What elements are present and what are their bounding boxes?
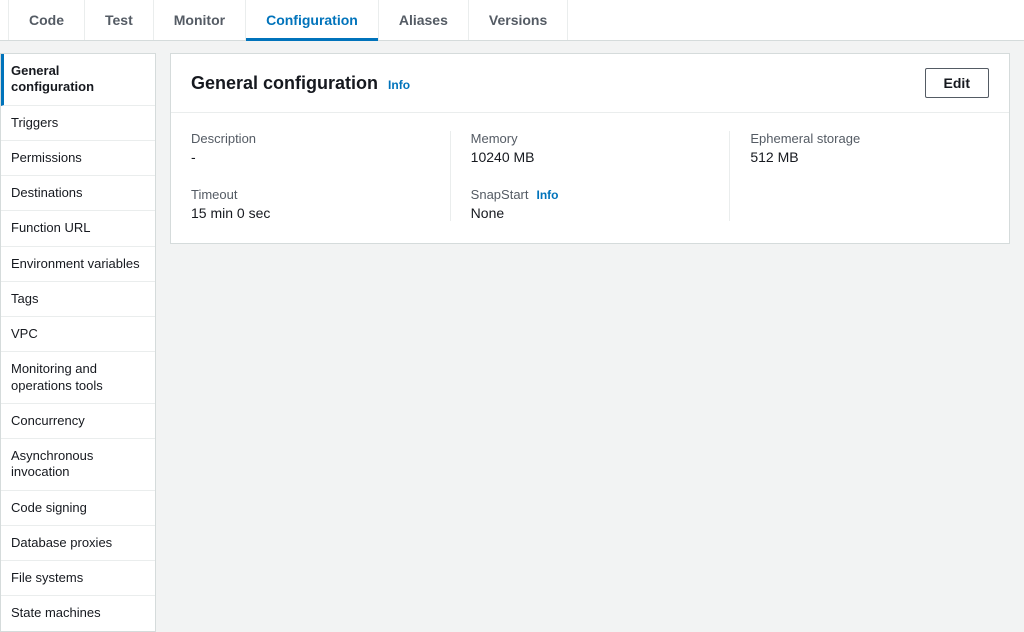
sidebar-item-label: State machines bbox=[11, 605, 101, 620]
tab-label: Test bbox=[105, 12, 133, 28]
sidebar-item-permissions[interactable]: Permissions bbox=[1, 141, 155, 176]
info-link[interactable]: Info bbox=[388, 78, 410, 92]
sidebar-item-label: Destinations bbox=[11, 185, 83, 200]
snapstart-info-link[interactable]: Info bbox=[537, 188, 559, 202]
panel-title: General configuration bbox=[191, 73, 378, 94]
config-sidebar: General configuration Triggers Permissio… bbox=[0, 53, 156, 632]
tab-monitor[interactable]: Monitor bbox=[154, 0, 246, 40]
tab-aliases[interactable]: Aliases bbox=[379, 0, 469, 40]
tab-test[interactable]: Test bbox=[85, 0, 154, 40]
field-description: Description - bbox=[191, 131, 430, 165]
sidebar-item-destinations[interactable]: Destinations bbox=[1, 176, 155, 211]
sidebar-item-file-systems[interactable]: File systems bbox=[1, 561, 155, 596]
sidebar-item-tags[interactable]: Tags bbox=[1, 282, 155, 317]
sidebar-item-triggers[interactable]: Triggers bbox=[1, 106, 155, 141]
sidebar-item-label: Database proxies bbox=[11, 535, 112, 550]
sidebar-item-label: VPC bbox=[11, 326, 38, 341]
sidebar-item-label: Monitoring and operations tools bbox=[11, 361, 103, 392]
sidebar-item-code-signing[interactable]: Code signing bbox=[1, 491, 155, 526]
field-snapstart: SnapStart Info None bbox=[471, 187, 710, 221]
sidebar-item-label: Concurrency bbox=[11, 413, 85, 428]
sidebar-item-label: Triggers bbox=[11, 115, 58, 130]
sidebar-item-general-configuration[interactable]: General configuration bbox=[1, 54, 155, 106]
field-value: 15 min 0 sec bbox=[191, 205, 430, 221]
sidebar-item-concurrency[interactable]: Concurrency bbox=[1, 404, 155, 439]
tab-code[interactable]: Code bbox=[8, 0, 85, 40]
field-label: SnapStart bbox=[471, 187, 529, 202]
field-value: None bbox=[471, 205, 710, 221]
tab-label: Configuration bbox=[266, 12, 358, 28]
sidebar-item-function-url[interactable]: Function URL bbox=[1, 211, 155, 246]
main-tabs: Code Test Monitor Configuration Aliases … bbox=[0, 0, 1024, 41]
field-ephemeral-storage: Ephemeral storage 512 MB bbox=[750, 131, 989, 165]
field-value: 512 MB bbox=[750, 149, 989, 165]
edit-button[interactable]: Edit bbox=[925, 68, 989, 98]
sidebar-item-label: Permissions bbox=[11, 150, 82, 165]
sidebar-item-label: File systems bbox=[11, 570, 83, 585]
tab-versions[interactable]: Versions bbox=[469, 0, 568, 40]
sidebar-item-monitoring-tools[interactable]: Monitoring and operations tools bbox=[1, 352, 155, 404]
field-label: Memory bbox=[471, 131, 710, 146]
sidebar-item-state-machines[interactable]: State machines bbox=[1, 596, 155, 630]
sidebar-item-label: Asynchronous invocation bbox=[11, 448, 93, 479]
sidebar-item-label: Tags bbox=[11, 291, 38, 306]
sidebar-item-vpc[interactable]: VPC bbox=[1, 317, 155, 352]
sidebar-item-label: General configuration bbox=[11, 63, 94, 94]
sidebar-item-environment-variables[interactable]: Environment variables bbox=[1, 247, 155, 282]
sidebar-item-database-proxies[interactable]: Database proxies bbox=[1, 526, 155, 561]
sidebar-item-asynchronous-invocation[interactable]: Asynchronous invocation bbox=[1, 439, 155, 491]
field-value: 10240 MB bbox=[471, 149, 710, 165]
field-memory: Memory 10240 MB bbox=[471, 131, 710, 165]
sidebar-item-label: Code signing bbox=[11, 500, 87, 515]
tab-configuration[interactable]: Configuration bbox=[246, 0, 379, 40]
field-label: Ephemeral storage bbox=[750, 131, 989, 146]
field-value: - bbox=[191, 149, 430, 165]
field-timeout: Timeout 15 min 0 sec bbox=[191, 187, 430, 221]
field-label: Timeout bbox=[191, 187, 430, 202]
sidebar-item-label: Environment variables bbox=[11, 256, 140, 271]
tab-label: Monitor bbox=[174, 12, 225, 28]
tab-label: Aliases bbox=[399, 12, 448, 28]
tab-label: Code bbox=[29, 12, 64, 28]
sidebar-item-label: Function URL bbox=[11, 220, 90, 235]
tab-label: Versions bbox=[489, 12, 547, 28]
general-configuration-panel: General configuration Info Edit Descript… bbox=[170, 53, 1010, 244]
field-label: Description bbox=[191, 131, 430, 146]
